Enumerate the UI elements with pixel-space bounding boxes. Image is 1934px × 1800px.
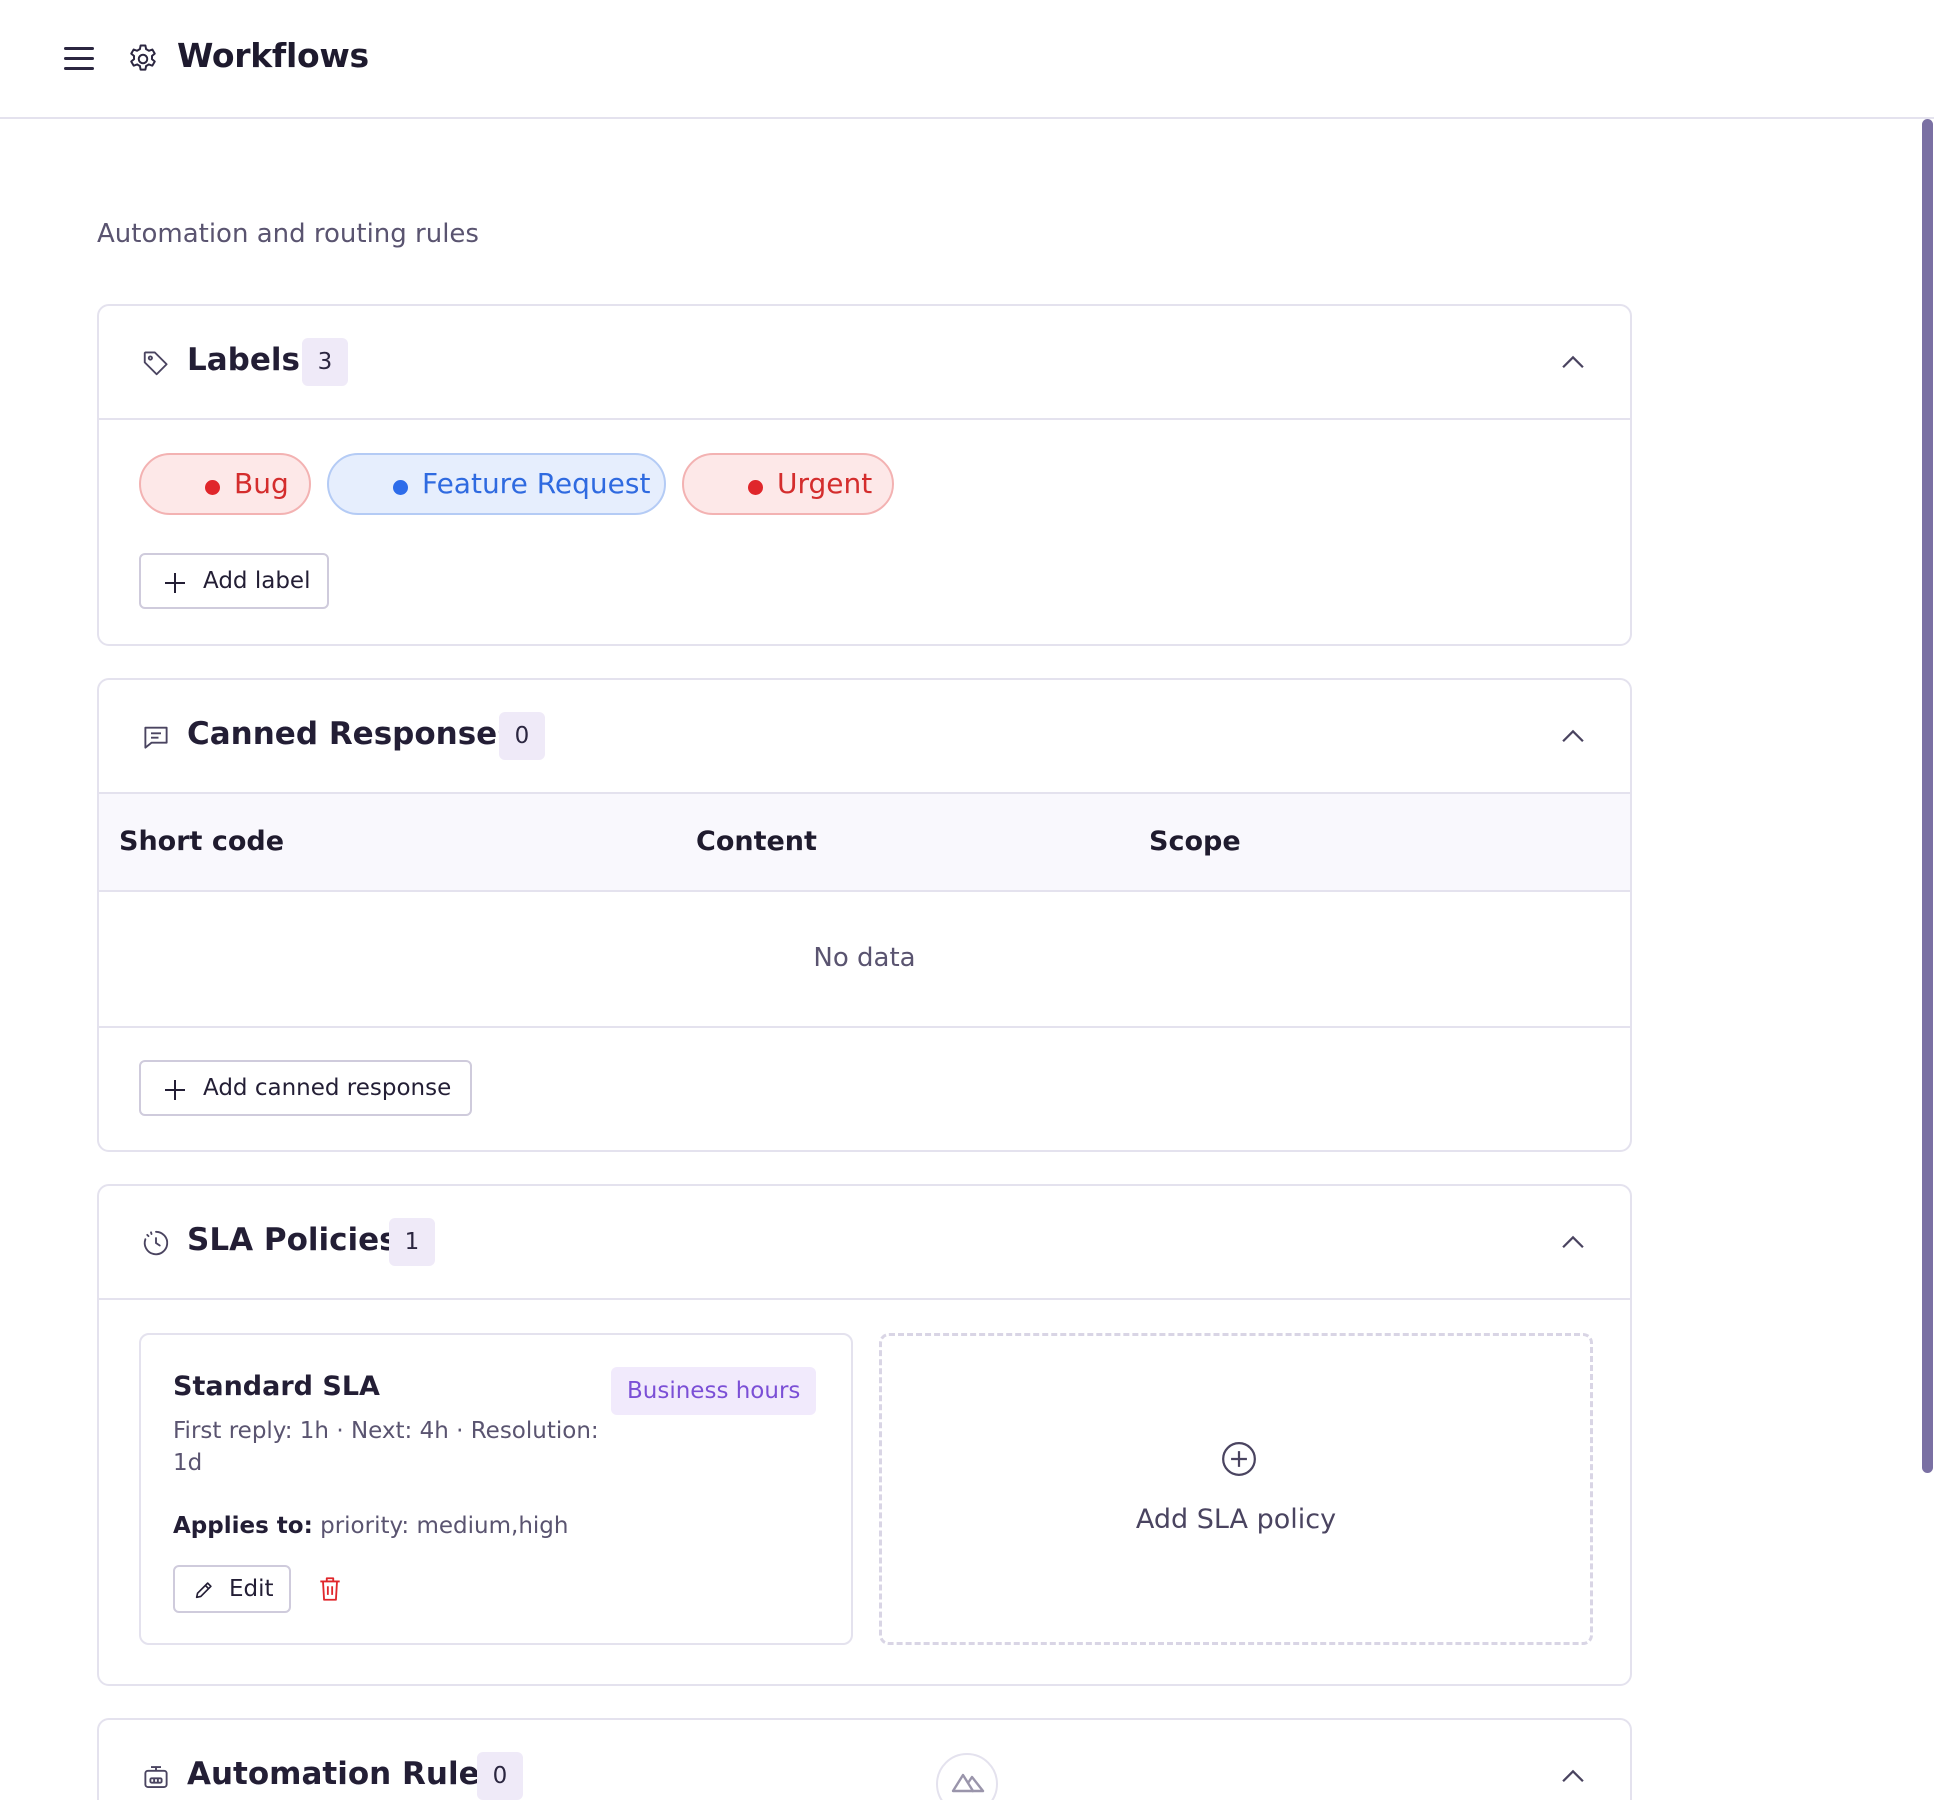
applies-to-label: Applies to: <box>173 1513 313 1539</box>
mountain-logo-icon <box>951 1773 985 1793</box>
empty-table-message: No data <box>99 892 1630 1028</box>
automation-rules-title: Automation Rules <box>187 1756 499 1792</box>
automation-count-badge: 0 <box>477 1752 523 1800</box>
add-sla-policy-text: Add SLA policy <box>1135 1504 1337 1535</box>
sla-policies-title: SLA Policies <box>187 1222 398 1258</box>
labels-title: Labels <box>187 342 300 378</box>
labels-body: Bug Feature Request Urgent Add label <box>99 420 1630 644</box>
add-sla-policy-button[interactable]: Add SLA policy <box>879 1333 1593 1645</box>
canned-responses-card: Canned Responses 0 Short code Content Sc… <box>97 678 1632 1152</box>
label-pill-feature-request[interactable]: Feature Request <box>327 453 666 515</box>
trash-icon[interactable] <box>317 1575 343 1603</box>
tag-icon <box>143 351 168 376</box>
applies-to-value: priority: medium,high <box>320 1513 569 1539</box>
chevron-up-icon[interactable] <box>1556 346 1590 380</box>
automation-rules-header[interactable]: Automation Rules 0 <box>99 1720 1630 1800</box>
sla-policy-applies: Applies to: priority: medium,high <box>173 1513 568 1539</box>
add-label-button[interactable]: Add label <box>139 553 329 609</box>
chevron-up-icon[interactable] <box>1556 1226 1590 1260</box>
robot-icon <box>144 1766 168 1788</box>
label-pill-text: Urgent <box>777 467 873 500</box>
message-icon <box>144 726 168 749</box>
labels-count-badge: 3 <box>302 338 348 386</box>
sla-policy-card: Standard SLA Business hours First reply:… <box>139 1333 853 1645</box>
sla-policy-name: Standard SLA <box>173 1371 380 1402</box>
canned-responses-title: Canned Responses <box>187 716 516 752</box>
sla-policies-card: SLA Policies 1 Standard SLA Business hou… <box>97 1184 1632 1686</box>
pencil-icon <box>195 1582 212 1599</box>
plus-icon <box>165 1080 185 1100</box>
sla-policies-header[interactable]: SLA Policies 1 <box>99 1186 1630 1300</box>
label-pill-text: Feature Request <box>422 467 651 500</box>
add-canned-response-button[interactable]: Add canned response <box>139 1060 472 1116</box>
label-pill-urgent[interactable]: Urgent <box>682 453 894 515</box>
label-pill-bug[interactable]: Bug <box>139 453 311 515</box>
timer-icon <box>143 1230 169 1256</box>
label-color-dot <box>748 480 763 495</box>
page-subtitle: Automation and routing rules <box>97 219 479 249</box>
automation-rules-card: Automation Rules 0 <box>97 1718 1632 1800</box>
top-bar: Workflows <box>0 0 1934 119</box>
menu-icon[interactable] <box>64 47 94 71</box>
gear-icon <box>130 44 156 71</box>
labels-header[interactable]: Labels 3 <box>99 306 1630 420</box>
chevron-up-icon[interactable] <box>1556 720 1590 754</box>
column-header-scope[interactable]: Scope <box>1149 826 1241 857</box>
scrollbar-thumb[interactable] <box>1922 119 1933 1473</box>
page-title: Workflows <box>177 36 369 75</box>
chevron-up-icon[interactable] <box>1556 1760 1590 1794</box>
edit-sla-button[interactable]: Edit <box>173 1565 291 1613</box>
add-label-text: Add label <box>203 568 311 594</box>
label-color-dot <box>205 480 220 495</box>
canned-responses-header[interactable]: Canned Responses 0 <box>99 680 1630 794</box>
canned-table-header: Short code Content Scope <box>99 794 1630 892</box>
column-header-content[interactable]: Content <box>696 826 817 857</box>
plus-circle-icon <box>1222 1442 1256 1476</box>
labels-card: Labels 3 Bug Feature Request Urgent Add … <box>97 304 1632 646</box>
sla-policy-targets: First reply: 1h · Next: 4h · Resolution:… <box>173 1418 599 1476</box>
sla-count-badge: 1 <box>389 1218 435 1266</box>
add-canned-response-text: Add canned response <box>203 1075 452 1101</box>
business-hours-badge: Business hours <box>611 1367 817 1415</box>
label-color-dot <box>393 480 408 495</box>
plus-icon <box>165 573 185 593</box>
canned-count-badge: 0 <box>499 712 545 760</box>
column-header-short-code[interactable]: Short code <box>119 826 284 857</box>
label-pill-text: Bug <box>234 467 289 500</box>
edit-button-text: Edit <box>229 1576 274 1602</box>
